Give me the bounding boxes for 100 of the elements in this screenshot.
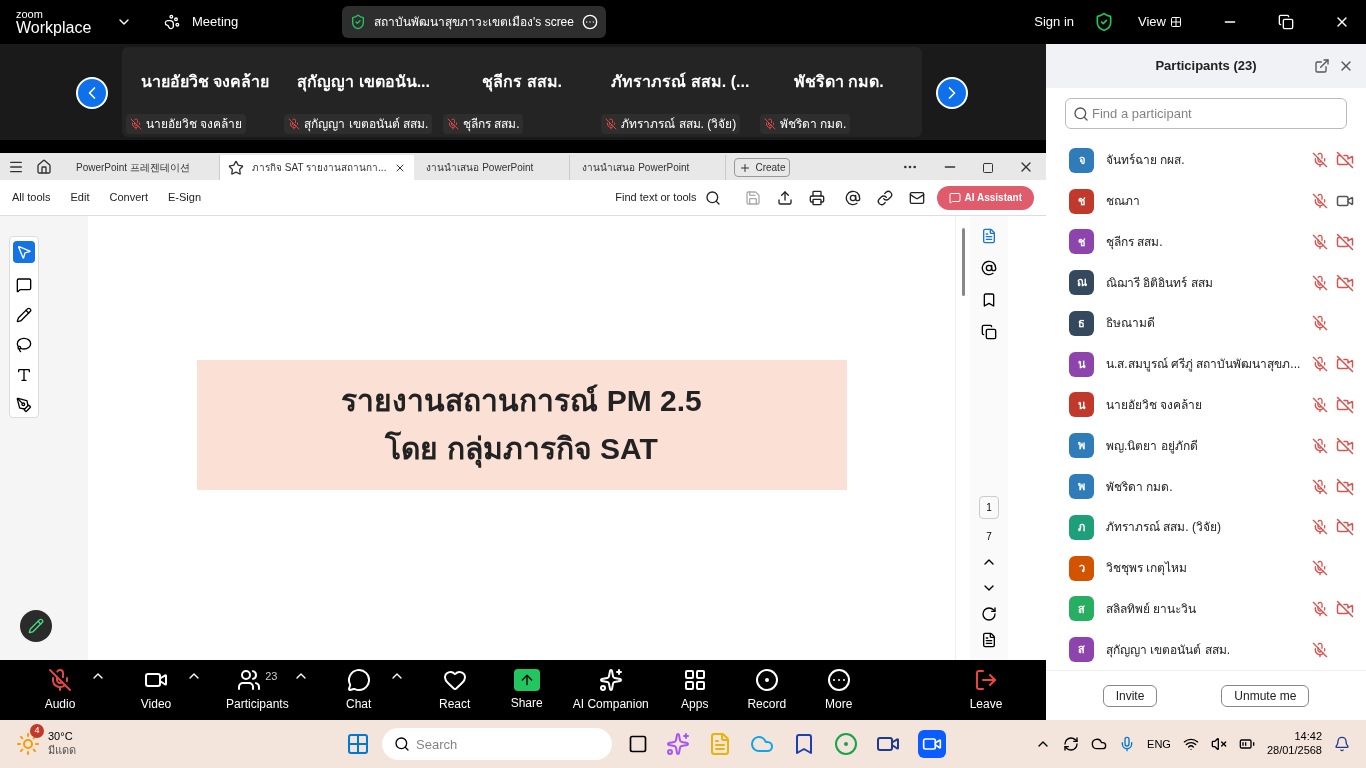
toolbar-button[interactable]: Video — [126, 667, 186, 713]
toolbar-button[interactable]: Audio — [30, 667, 90, 713]
rotate-icon[interactable] — [981, 606, 997, 622]
participant-row[interactable]: พ พญ.นิตยา อยู่ภักดี — [1046, 425, 1366, 467]
page-number-field[interactable]: 1 — [979, 496, 999, 519]
panel-button[interactable]: Unmute me — [1221, 684, 1310, 707]
link-icon[interactable] — [876, 189, 893, 206]
meeting-label[interactable]: Meeting — [192, 12, 342, 32]
avatar: ภ — [1069, 514, 1094, 540]
leave-icon — [974, 667, 998, 692]
toolbar-button[interactable]: AI Companion — [568, 667, 653, 713]
participant-name: ภัทราภรณ์ สสม. (วิจัย) — [1106, 519, 1222, 537]
bookmark-icon[interactable] — [981, 292, 997, 308]
clock-time[interactable]: 14:42 — [1294, 730, 1322, 744]
slide-title: รายงานสถานการณ์ PM 2.5 — [341, 383, 702, 419]
participant-row[interactable]: จ จันทร์ฉาย กผส. — [1046, 140, 1366, 181]
wifi-icon[interactable] — [1182, 736, 1199, 752]
participant-name: วิชชุพร เกตุไหม — [1106, 560, 1189, 578]
printer-icon[interactable] — [808, 189, 825, 206]
participant-name: ธิษณามดี — [1106, 315, 1156, 333]
language-indicator[interactable]: ENG — [1147, 735, 1171, 753]
menu-item[interactable]: E-Sign — [168, 189, 202, 206]
more-icon[interactable] — [581, 14, 598, 30]
participant-row[interactable]: ธ ธิษณามดี — [1046, 303, 1366, 344]
muted-speaker-icon[interactable] — [1210, 736, 1227, 752]
previous-button[interactable] — [76, 77, 108, 109]
toolbar-button[interactable]: More — [808, 667, 869, 713]
participant-row[interactable]: ช ชณภา — [1046, 180, 1366, 222]
sparkle-icon[interactable] — [666, 732, 690, 756]
menu-item[interactable]: Convert — [109, 189, 149, 206]
search-icon[interactable] — [704, 189, 721, 206]
star-icon[interactable] — [228, 159, 244, 176]
restore-icon[interactable] — [1278, 14, 1294, 30]
document-tab[interactable]: งานนำเสนอ PowerPoint — [414, 155, 571, 180]
participant-row[interactable]: น นายอัยวิช จงคล้าย — [1046, 384, 1366, 426]
find-text-link[interactable]: Find text or tools — [615, 189, 697, 206]
toolbar-button[interactable]: Share — [496, 668, 557, 712]
cursor-icon[interactable] — [13, 241, 35, 263]
battery-icon[interactable] — [1238, 736, 1255, 752]
comment-icon[interactable] — [16, 277, 32, 293]
copy-icon[interactable] — [981, 324, 997, 340]
pencil-icon — [28, 618, 44, 634]
cloud-icon[interactable] — [1091, 736, 1108, 752]
more-icon — [826, 667, 851, 692]
avatar: ว — [1069, 555, 1094, 581]
sync-icon[interactable] — [1063, 736, 1080, 752]
participant-row[interactable]: ณ ณิฌารี อิติอินทร์ สสม — [1046, 262, 1366, 304]
document-tab[interactable]: งานนำเสนอ PowerPoint — [570, 155, 727, 180]
document-tab[interactable]: ภารกิจ SAT รายงานสถานกา... — [220, 155, 415, 180]
clock-date[interactable]: 28/01/2568 — [1266, 744, 1322, 758]
menu-item[interactable]: All tools — [12, 189, 51, 206]
upload-icon[interactable] — [776, 189, 793, 206]
logo-text: zoom — [16, 8, 44, 20]
avatar: พ — [1069, 474, 1094, 499]
at-icon[interactable] — [844, 189, 861, 206]
pencil-icon[interactable] — [16, 307, 32, 323]
menu-icon[interactable] — [8, 159, 24, 175]
sign-in-link[interactable]: Sign in — [1034, 12, 1075, 32]
temperature: 30°C — [48, 730, 74, 744]
toolbar-button[interactable]: Record — [736, 667, 797, 713]
participant-name: สุกัญญา เขตอนันต์ สสม. — [1106, 641, 1231, 659]
lasso-icon[interactable] — [16, 337, 32, 353]
create-button[interactable]: Create — [734, 158, 791, 177]
participant-row[interactable]: ช ชุลีกร สสม. — [1046, 221, 1366, 263]
participant-row[interactable]: ส สลิลทิพย์ ยานะวิน — [1046, 588, 1366, 630]
at-icon[interactable] — [981, 260, 997, 276]
participant-row[interactable]: ภ ภัทราภรณ์ สสม. (วิจัย) — [1046, 506, 1366, 548]
taskbar-search-field[interactable]: Search — [382, 728, 612, 760]
start-icon[interactable] — [346, 732, 370, 756]
view-button[interactable]: View — [1138, 12, 1166, 32]
participant-row[interactable]: น น.ส.สมบูรณ์ ศรีภู่ สถาบันพัฒนาสุขภ... — [1046, 343, 1366, 385]
avatar: ช — [1069, 188, 1094, 214]
participant-search-field[interactable]: Find a participant — [1065, 98, 1347, 129]
restore-icon[interactable] — [982, 162, 994, 174]
toolbar-button[interactable]: 23 Participants — [222, 667, 293, 713]
toolbar-button[interactable]: React — [424, 667, 485, 713]
participant-row[interactable]: ว วิชชุพร เกตุไหม — [1046, 547, 1366, 589]
pop-out-icon[interactable] — [1314, 58, 1330, 74]
edit-button[interactable] — [20, 610, 52, 642]
next-button[interactable] — [936, 77, 968, 109]
toolbar-button[interactable]: Apps — [664, 667, 725, 713]
share-title-pill[interactable]: สถาบันพัฒนาสุขภาวะเขตเมือง's scree — [342, 6, 606, 38]
text-icon[interactable] — [16, 367, 32, 383]
home-icon[interactable] — [36, 159, 52, 175]
mail-icon[interactable] — [908, 189, 925, 206]
plus-icon — [739, 161, 752, 174]
bell-icon[interactable] — [1334, 736, 1350, 752]
task-view-icon[interactable] — [628, 734, 648, 754]
participant-name: พัชริดา กมด. — [793, 72, 884, 92]
ai-assistant-button[interactable]: AI Assistant — [936, 185, 1034, 210]
panel-button[interactable]: Invite — [1102, 684, 1158, 707]
sun-icon[interactable] — [16, 732, 40, 756]
menu-item[interactable]: Edit — [70, 189, 90, 206]
participant-row[interactable]: พ พัชริดา กมด. — [1046, 466, 1366, 507]
document-icon[interactable] — [981, 632, 997, 648]
avatar: ช — [1069, 229, 1094, 255]
participant-row[interactable]: ส สุกัญญา เขตอนันต์ สสม. — [1046, 629, 1366, 670]
toolbar-button[interactable]: Leave — [956, 667, 1016, 713]
toolbar-button[interactable]: Chat — [328, 667, 389, 713]
pen-icon[interactable] — [16, 397, 32, 413]
